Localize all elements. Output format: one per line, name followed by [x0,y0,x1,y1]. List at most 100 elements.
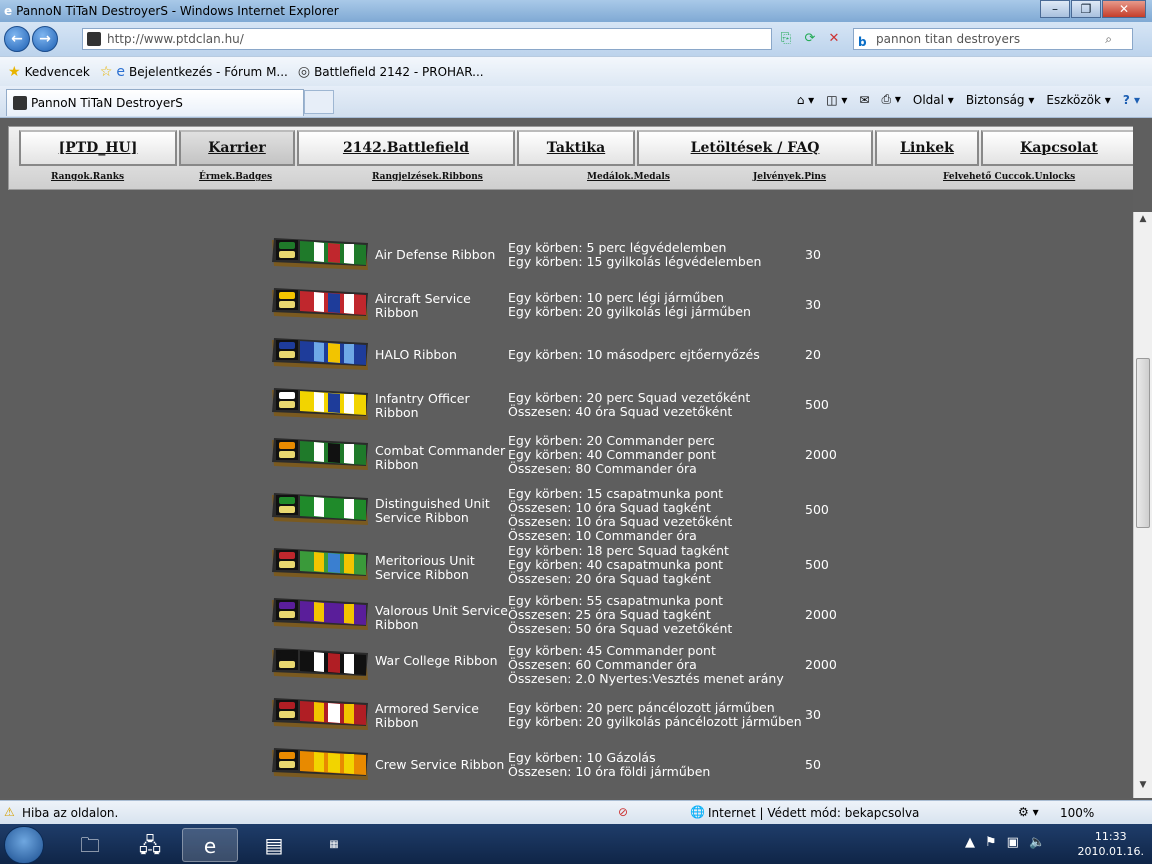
minimize-button[interactable]: – [1040,0,1070,18]
ribbon-name: Crew Service Ribbon [375,757,505,772]
ribbon-name: Combat Commander Ribbon [375,443,506,472]
ribbon-name: HALO Ribbon [375,347,457,362]
vertical-scrollbar[interactable]: ▲ ▼ [1133,212,1152,798]
bf2142-taskbar-icon[interactable]: ▦ [306,828,362,862]
feeds-icon[interactable]: ◫ ▾ [826,93,847,107]
ribbon-name: Air Defense Ribbon [375,247,496,262]
tab-ptd[interactable]: PannoN TiTaN DestroyerS [6,89,304,116]
page-menu[interactable]: Oldal ▾ [913,93,954,107]
nav-karrier[interactable]: Karrier [179,130,295,166]
ribbon-row: Combat Commander Ribbon Egy körben: 20 Co… [270,434,870,486]
url-field[interactable]: http://www.ptdclan.hu/ [82,28,772,50]
ribbon-row: Air Defense Ribbon Egy körben: 5 perc lég… [270,236,870,286]
nav-battlefield[interactable]: 2142.Battlefield [297,130,515,166]
ie-taskbar-icon[interactable]: e [182,828,238,862]
nav-linkek[interactable]: Linkek [875,130,979,166]
scroll-up-icon[interactable]: ▲ [1134,214,1152,230]
network-taskbar-icon[interactable]: 🖧 [122,828,178,862]
ribbon-name: Infantry Officer Ribbon [375,391,470,420]
ribbon-requirements: Egy körben: 20 perc páncélozott járműben… [508,701,808,729]
favorites-bar: ★ Kedvencek ☆ e Bejelentkezés - Fórum M... … [0,56,1152,86]
tools-menu[interactable]: Eszközök ▾ [1046,93,1110,107]
site-favicon-icon [87,32,101,46]
compat-view-icon[interactable]: ⎘ [776,29,796,49]
search-field[interactable]: b pannon titan destroyers ⌕ [853,28,1133,50]
stop-icon[interactable]: ✕ [824,29,844,49]
add-favorite-icon: ☆ [99,63,113,80]
ribbon-requirements: Egy körben: 45 Commander pont Összesen: 6… [508,644,808,686]
network-icon[interactable]: ▣ [1007,835,1019,850]
search-text: pannon titan destroyers [876,32,1021,46]
search-icon[interactable]: ⌕ [1105,29,1112,49]
ribbon-row: HALO Ribbon Egy körben: 10 másodperc ejtő… [270,336,870,386]
subnav-ranks[interactable]: Rangok.Ranks [51,172,124,182]
show-hidden-icon[interactable]: ▲ [965,835,975,850]
close-button[interactable]: ✕ [1102,0,1146,18]
forward-button[interactable]: → [32,26,58,52]
requirement-line: Egy körben: 45 Commander pont [508,643,716,658]
ribbon-row: Distinguished Unit Service Ribbon Egy kör… [270,487,870,543]
subnav-badges[interactable]: Érmek.Badges [199,172,272,182]
subnav-unlocks[interactable]: Felvehető Cuccok.Unlocks [943,172,1075,182]
print-icon[interactable]: ⎙ ▾ [881,92,900,107]
ribbon-requirements: Egy körben: 55 csapatmunka pont Összesen:… [508,594,808,636]
ribbon-points: 30 [805,247,821,262]
tab-bar: PannoN TiTaN DestroyerS ⌂ ▾ ◫ ▾ ✉ ⎙ ▾ Ol… [0,86,1152,118]
requirement-line: Összesen: 10 Commander óra [508,528,697,543]
status-message[interactable]: Hiba az oldalon. [22,806,118,820]
subnav-ribbons[interactable]: Rangjelzések.Ribbons [372,172,483,182]
favorite-link-1[interactable]: ☆ e Bejelentkezés - Fórum M... [100,64,288,80]
site-navigation: [PTD_HU] Karrier 2142.Battlefield Taktik… [8,126,1133,190]
ribbon-row: Armored Service Ribbon Egy körben: 20 per… [270,696,870,746]
nav-ptd-hu[interactable]: [PTD_HU] [19,130,177,166]
warning-icon[interactable]: ⚠ [4,805,15,819]
security-zone: Internet | Védett mód: bekapcsolva [708,806,920,820]
nav-kapcsolat[interactable]: Kapcsolat [981,130,1133,166]
requirement-line: Összesen: 60 Commander óra [508,657,697,672]
popup-blocked-icon[interactable]: ⊘ [618,805,628,819]
new-tab-button[interactable] [304,90,334,114]
media-taskbar-icon[interactable]: ▤ [246,828,302,862]
clock[interactable]: 11:33 2010.01.16. [1078,829,1144,859]
requirement-line: Összesen: 80 Commander óra [508,461,697,476]
favorite-label: Bejelentkezés - Fórum M... [129,64,288,79]
safety-menu[interactable]: Biztonság ▾ [966,93,1035,107]
nav-taktika[interactable]: Taktika [517,130,635,166]
protected-mode-icon[interactable]: ⚙ ▾ [1018,805,1039,819]
requirement-line: Egy körben: 10 perc légi járműben [508,290,724,305]
requirement-line: Egy körben: 10 Gázolás [508,750,656,765]
clock-time: 11:33 [1094,830,1127,843]
ribbon-requirements: Egy körben: 5 perc légvédelemben Egy körb… [508,241,808,269]
ribbon-image [270,646,370,682]
ribbon-image [270,596,370,632]
requirement-line: Összesen: 50 óra Squad vezetőként [508,621,733,636]
scroll-down-icon[interactable]: ▼ [1134,780,1152,796]
favorites-button[interactable]: ★ Kedvencek [8,64,90,80]
ribbon-points: 30 [805,707,821,722]
subnav-medals[interactable]: Medálok.Medals [587,172,670,182]
nav-letoltesek[interactable]: Letöltések / FAQ [637,130,873,166]
ribbon-name: Armored Service Ribbon [375,701,479,730]
favorite-link-2[interactable]: ◎ Battlefield 2142 - PROHAR... [298,64,484,80]
refresh-icon[interactable]: ⟳ [800,29,820,49]
flag-icon[interactable]: ⚑ [985,835,997,850]
back-button[interactable]: ← [4,26,30,52]
ribbon-points: 50 [805,757,821,772]
help-icon[interactable]: ? ▾ [1123,93,1140,107]
ribbon-image [270,436,370,472]
requirement-line: Összesen: 10 óra Squad tagként [508,500,711,515]
ribbon-image [270,236,370,272]
home-icon[interactable]: ⌂ ▾ [797,93,814,107]
explorer-taskbar-icon[interactable]: 🗀 [62,828,118,862]
ie-page-icon: e [116,63,126,80]
zoom-level[interactable]: 100% [1060,806,1094,820]
scroll-thumb[interactable] [1136,358,1150,528]
maximize-button[interactable]: ❐ [1071,0,1101,18]
ribbon-requirements: Egy körben: 10 Gázolás Összesen: 10 óra f… [508,751,808,779]
start-button[interactable] [4,826,44,864]
mail-icon[interactable]: ✉ [859,93,869,107]
volume-icon[interactable]: 🔈 [1029,835,1045,850]
bf-page-icon: ◎ [297,63,311,80]
subnav-pins[interactable]: Jelvények.Pins [753,172,826,182]
requirement-line: Egy körben: 15 csapatmunka pont [508,486,724,501]
